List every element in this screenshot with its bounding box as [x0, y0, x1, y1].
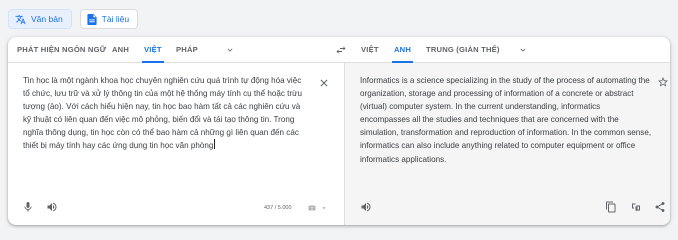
chevron-down-icon[interactable]: [518, 45, 528, 55]
translation-output-pane: Informatics is a science specializing in…: [345, 63, 670, 225]
source-text-input[interactable]: Tin học là một ngành khoa học chuyên ngh…: [23, 74, 310, 153]
text-mode-label: Văn bản: [31, 14, 63, 24]
target-lang-english[interactable]: ANH: [391, 37, 414, 63]
star-icon[interactable]: [657, 76, 669, 88]
character-count: 437 / 5.000: [264, 205, 292, 211]
chevron-down-icon[interactable]: [320, 204, 328, 212]
text-mode-button[interactable]: Văn bản: [8, 9, 72, 29]
source-lang-french[interactable]: PHÁP: [176, 37, 198, 63]
language-bar: PHÁT HIỆN NGÔN NGỮ ANH VIỆT PHÁP VIỆT AN…: [8, 37, 670, 63]
target-lang-vietnamese[interactable]: VIỆT: [361, 37, 379, 63]
microphone-icon[interactable]: [22, 201, 34, 213]
source-text: Tin học là một ngành khoa học chuyên ngh…: [23, 76, 303, 151]
translate-icon: [15, 14, 26, 25]
documents-mode-button[interactable]: Tài liệu: [79, 9, 139, 29]
chevron-down-icon[interactable]: [225, 45, 235, 55]
share-icon[interactable]: [654, 201, 666, 213]
speaker-icon[interactable]: [46, 201, 58, 213]
feedback-icon[interactable]: [630, 201, 642, 213]
documents-mode-label: Tài liệu: [101, 14, 130, 24]
source-lang-detect[interactable]: PHÁT HIỆN NGÔN NGỮ: [17, 37, 106, 63]
target-lang-chinese-simplified[interactable]: TRUNG (GIẢN THỂ): [426, 37, 500, 63]
text-caret: [214, 139, 216, 150]
keyboard-icon[interactable]: [308, 204, 316, 212]
speaker-icon[interactable]: [360, 201, 372, 213]
swap-icon[interactable]: [335, 44, 347, 56]
copy-icon[interactable]: [605, 201, 617, 213]
source-lang-vietnamese[interactable]: VIỆT: [142, 37, 164, 63]
close-icon[interactable]: [318, 77, 330, 89]
document-icon: [87, 13, 97, 25]
mode-tabs: Văn bản Tài liệu: [8, 9, 139, 29]
translated-text: Informatics is a science specializing in…: [360, 76, 652, 164]
source-lang-english[interactable]: ANH: [112, 37, 129, 63]
translation-card: PHÁT HIỆN NGÔN NGỮ ANH VIỆT PHÁP VIỆT AN…: [8, 37, 670, 225]
